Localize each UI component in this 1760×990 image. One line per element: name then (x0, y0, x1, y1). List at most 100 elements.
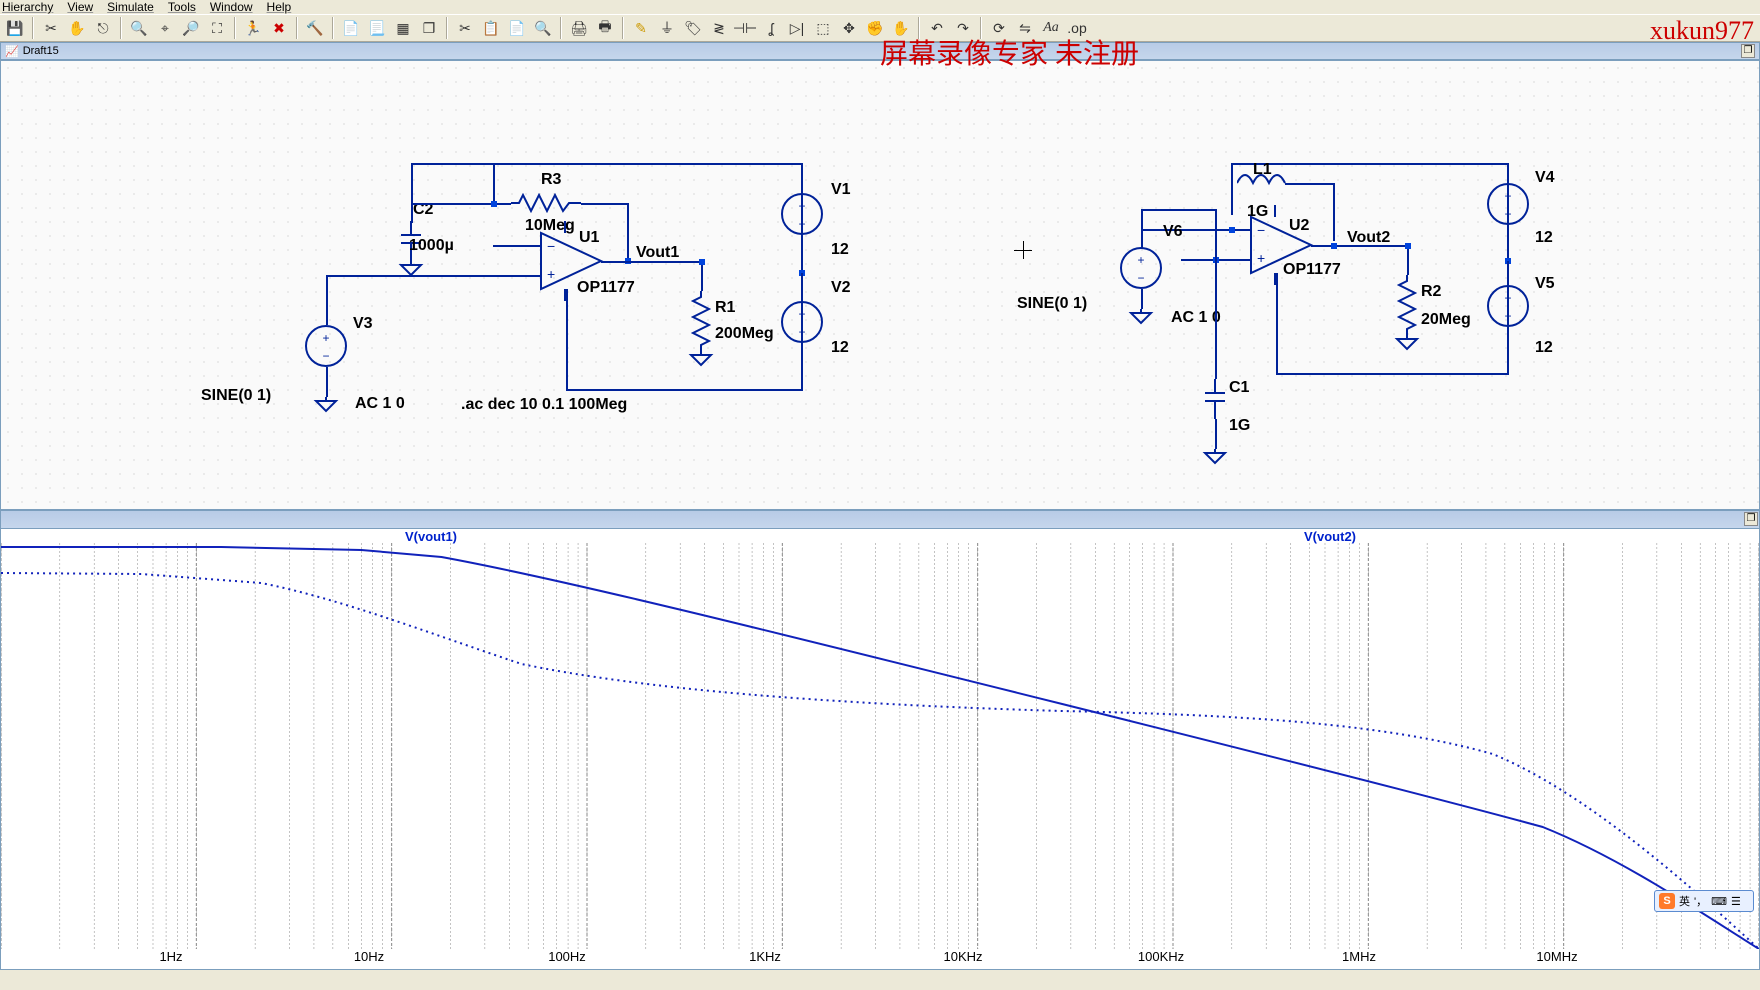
label-vout1[interactable]: Vout1 (636, 244, 679, 262)
label-u1-name[interactable]: U1 (579, 229, 599, 247)
component-v1[interactable] (781, 193, 823, 235)
wire[interactable] (1507, 261, 1509, 285)
schematic-titlebar[interactable]: 📈 Draft15 ❐ (0, 42, 1760, 60)
wire[interactable] (326, 367, 328, 397)
label-v6-ac[interactable]: AC 1 0 (1171, 309, 1221, 327)
label-v6-name[interactable]: V6 (1163, 223, 1183, 241)
wire[interactable] (1215, 209, 1217, 261)
ground-c1[interactable] (1203, 449, 1227, 463)
ime-menu-icon[interactable]: ☰ (1731, 895, 1741, 908)
spice-directive-icon[interactable]: .op (1066, 17, 1088, 39)
wire[interactable] (1507, 225, 1509, 261)
copy-icon[interactable]: 📋 (480, 17, 502, 39)
zoom-full-icon[interactable]: ⛶ (206, 17, 228, 39)
label-v5-name[interactable]: V5 (1535, 275, 1555, 293)
ground-r2[interactable] (1395, 335, 1419, 349)
component-v4[interactable] (1487, 183, 1529, 225)
wire[interactable] (1231, 163, 1509, 165)
menu-tools[interactable]: Tools (168, 0, 196, 14)
mirror-icon[interactable]: ⇋ (1014, 17, 1036, 39)
new-schematic-icon[interactable]: 📄 (340, 17, 362, 39)
wire[interactable] (1215, 419, 1217, 449)
wire[interactable] (566, 289, 568, 391)
ground-v6[interactable] (1129, 309, 1153, 323)
label-r3-name[interactable]: R3 (541, 171, 561, 189)
wire[interactable] (1141, 209, 1217, 211)
wire[interactable] (1276, 373, 1509, 375)
label-v4-value[interactable]: 12 (1535, 229, 1553, 247)
ground-v3[interactable] (314, 397, 338, 411)
undo-icon[interactable]: ↶ (926, 17, 948, 39)
hand-icon[interactable]: ✋ (66, 17, 88, 39)
component-v6[interactable] (1120, 247, 1162, 289)
menu-view[interactable]: View (67, 0, 93, 14)
wire[interactable] (801, 273, 803, 301)
wire[interactable] (493, 163, 495, 205)
ime-toolbar[interactable]: S 英 '， ⌨ ☰ (1654, 890, 1754, 912)
pencil-icon[interactable]: ✎ (630, 17, 652, 39)
setup-icon[interactable]: 🖶 (594, 17, 616, 39)
wire[interactable] (1407, 245, 1409, 275)
plot-titlebar[interactable]: ❐ (1, 511, 1759, 529)
component-v2[interactable] (781, 301, 823, 343)
ground-icon[interactable]: ⏚ (656, 17, 678, 39)
wire[interactable] (566, 389, 803, 391)
ime-punct-icon[interactable]: '， (1694, 893, 1707, 909)
component-r2[interactable] (1397, 275, 1417, 338)
spice-directive[interactable]: .ac dec 10 0.1 100Meg (461, 396, 627, 414)
cascade-icon[interactable]: ❐ (418, 17, 440, 39)
label-c1-value[interactable]: 1G (1229, 417, 1250, 435)
menu-hierarchy[interactable]: Hierarchy (2, 0, 53, 14)
capacitor-icon[interactable]: ⊣⊢ (734, 17, 756, 39)
label-r2-value[interactable]: 20Meg (1421, 311, 1471, 329)
menu-help[interactable]: Help (267, 0, 292, 14)
label-c1-name[interactable]: C1 (1229, 379, 1249, 397)
component-v3[interactable] (305, 325, 347, 367)
label-v3-name[interactable]: V3 (353, 315, 373, 333)
schematic-canvas[interactable]: C2 1000µ R3 10Meg −+ U1 OP1177 Vout1 R1 … (0, 60, 1760, 510)
plot-area[interactable]: V(vout1) V(vout2) (1, 529, 1759, 949)
label-l1-name[interactable]: L1 (1253, 161, 1272, 179)
menu-simulate[interactable]: Simulate (107, 0, 154, 14)
zoom-window-icon[interactable]: ⌖ (154, 17, 176, 39)
trace-label-vout2[interactable]: V(vout2) (1304, 529, 1356, 544)
inductor-icon[interactable]: ʆ (760, 17, 782, 39)
component-c1[interactable] (1205, 379, 1225, 422)
ground-c2[interactable] (399, 261, 423, 275)
label-v6-wave[interactable]: SINE(0 1) (1017, 295, 1087, 313)
component-v5[interactable] (1487, 285, 1529, 327)
label-icon[interactable]: 🏷 (682, 17, 704, 39)
run-icon[interactable]: 🏃 (242, 17, 264, 39)
component-icon[interactable]: ⬚ (812, 17, 834, 39)
wire[interactable] (1285, 183, 1335, 185)
label-v1-value[interactable]: 12 (831, 241, 849, 259)
drag-icon[interactable]: ✊ (864, 17, 886, 39)
wire[interactable] (627, 203, 629, 261)
print-icon[interactable]: 🖨 (568, 17, 590, 39)
zoom-out-icon[interactable]: 🔎 (180, 17, 202, 39)
wire[interactable] (1231, 163, 1233, 215)
move-icon[interactable]: ✥ (838, 17, 860, 39)
pan-icon[interactable]: ✋ (890, 17, 912, 39)
wire[interactable] (701, 261, 703, 291)
redo-icon[interactable]: ↷ (952, 17, 974, 39)
label-v1-name[interactable]: V1 (831, 181, 851, 199)
resistor-icon[interactable]: ≷ (708, 17, 730, 39)
zoom-in-icon[interactable]: 🔍 (128, 17, 150, 39)
label-v5-value[interactable]: 12 (1535, 339, 1553, 357)
hammer-icon[interactable]: 🔨 (304, 17, 326, 39)
wire[interactable] (326, 275, 541, 277)
new-symbol-icon[interactable]: 📃 (366, 17, 388, 39)
tile-icon[interactable]: ▦ (392, 17, 414, 39)
ime-lang[interactable]: 英 (1679, 893, 1690, 909)
component-r1[interactable] (691, 291, 711, 354)
ime-keyboard-icon[interactable]: ⌨ (1711, 895, 1727, 908)
label-u2-part[interactable]: OP1177 (1283, 261, 1341, 279)
label-v3-wave[interactable]: SINE(0 1) (201, 387, 271, 405)
text-icon[interactable]: Aa (1040, 17, 1062, 39)
component-r3[interactable] (511, 193, 581, 216)
wire[interactable] (1141, 289, 1143, 309)
find-icon[interactable]: 🔍 (532, 17, 554, 39)
diode-icon[interactable]: ▷| (786, 17, 808, 39)
schematic-maximize[interactable]: ❐ (1741, 44, 1755, 58)
